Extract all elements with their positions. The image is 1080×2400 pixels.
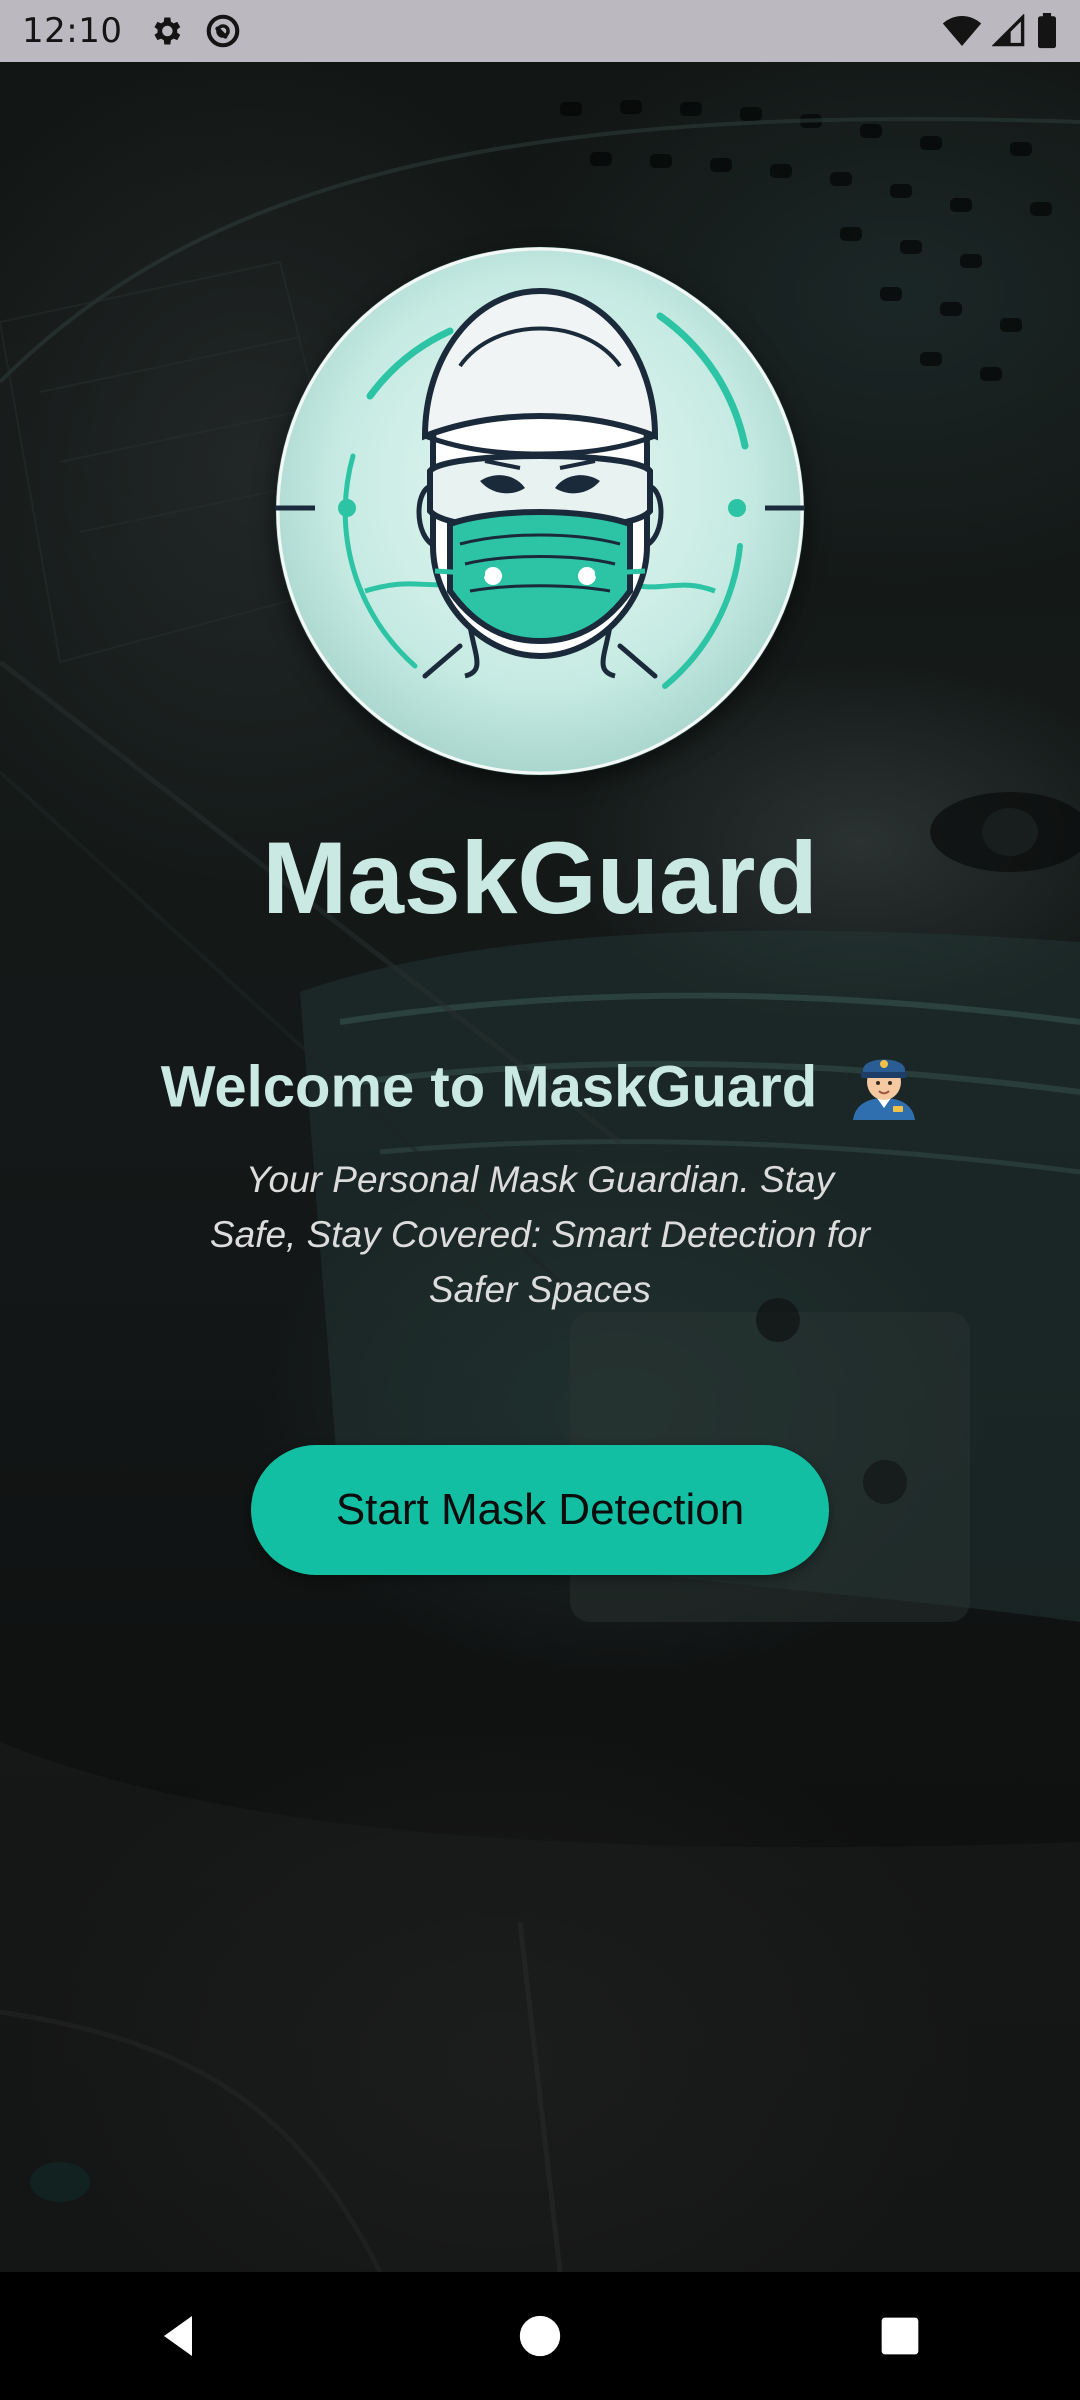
welcome-heading: Welcome to MaskGuard [0,1048,1080,1134]
do-not-disturb-icon [204,12,242,50]
recents-icon[interactable] [820,2286,980,2386]
home-icon[interactable] [460,2286,620,2386]
tagline-line-3: Safer Spaces [428,1269,652,1310]
cellular-signal-icon [992,14,1026,48]
app-title: MaskGuard [262,821,818,935]
start-mask-detection-label: Start Mask Detection [335,1485,745,1534]
settings-gear-icon [148,13,184,49]
app-logo [275,246,805,776]
tagline: Your Personal Mask Guardian. Stay Safe, … [170,1152,910,1317]
police-officer-emoji-icon [849,1048,919,1134]
status-time: 12:10 [22,11,123,51]
status-bar: 12:10 [0,0,1080,62]
welcome-text: Welcome to MaskGuard [160,1054,818,1120]
screen: 12:10 MaskGuard Welcome to MaskGuard You… [0,0,1080,2400]
tagline-line-1: Your Personal Mask Guardian. Stay [245,1159,835,1200]
back-icon[interactable] [100,2286,260,2386]
wifi-icon [942,14,982,48]
status-right-group [942,13,1058,49]
tagline-line-2: Safe, Stay Covered: Smart Detection for [209,1214,871,1255]
navigation-bar [0,2272,1080,2400]
start-mask-detection-button[interactable]: Start Mask Detection [251,1445,829,1575]
battery-icon [1036,13,1058,49]
